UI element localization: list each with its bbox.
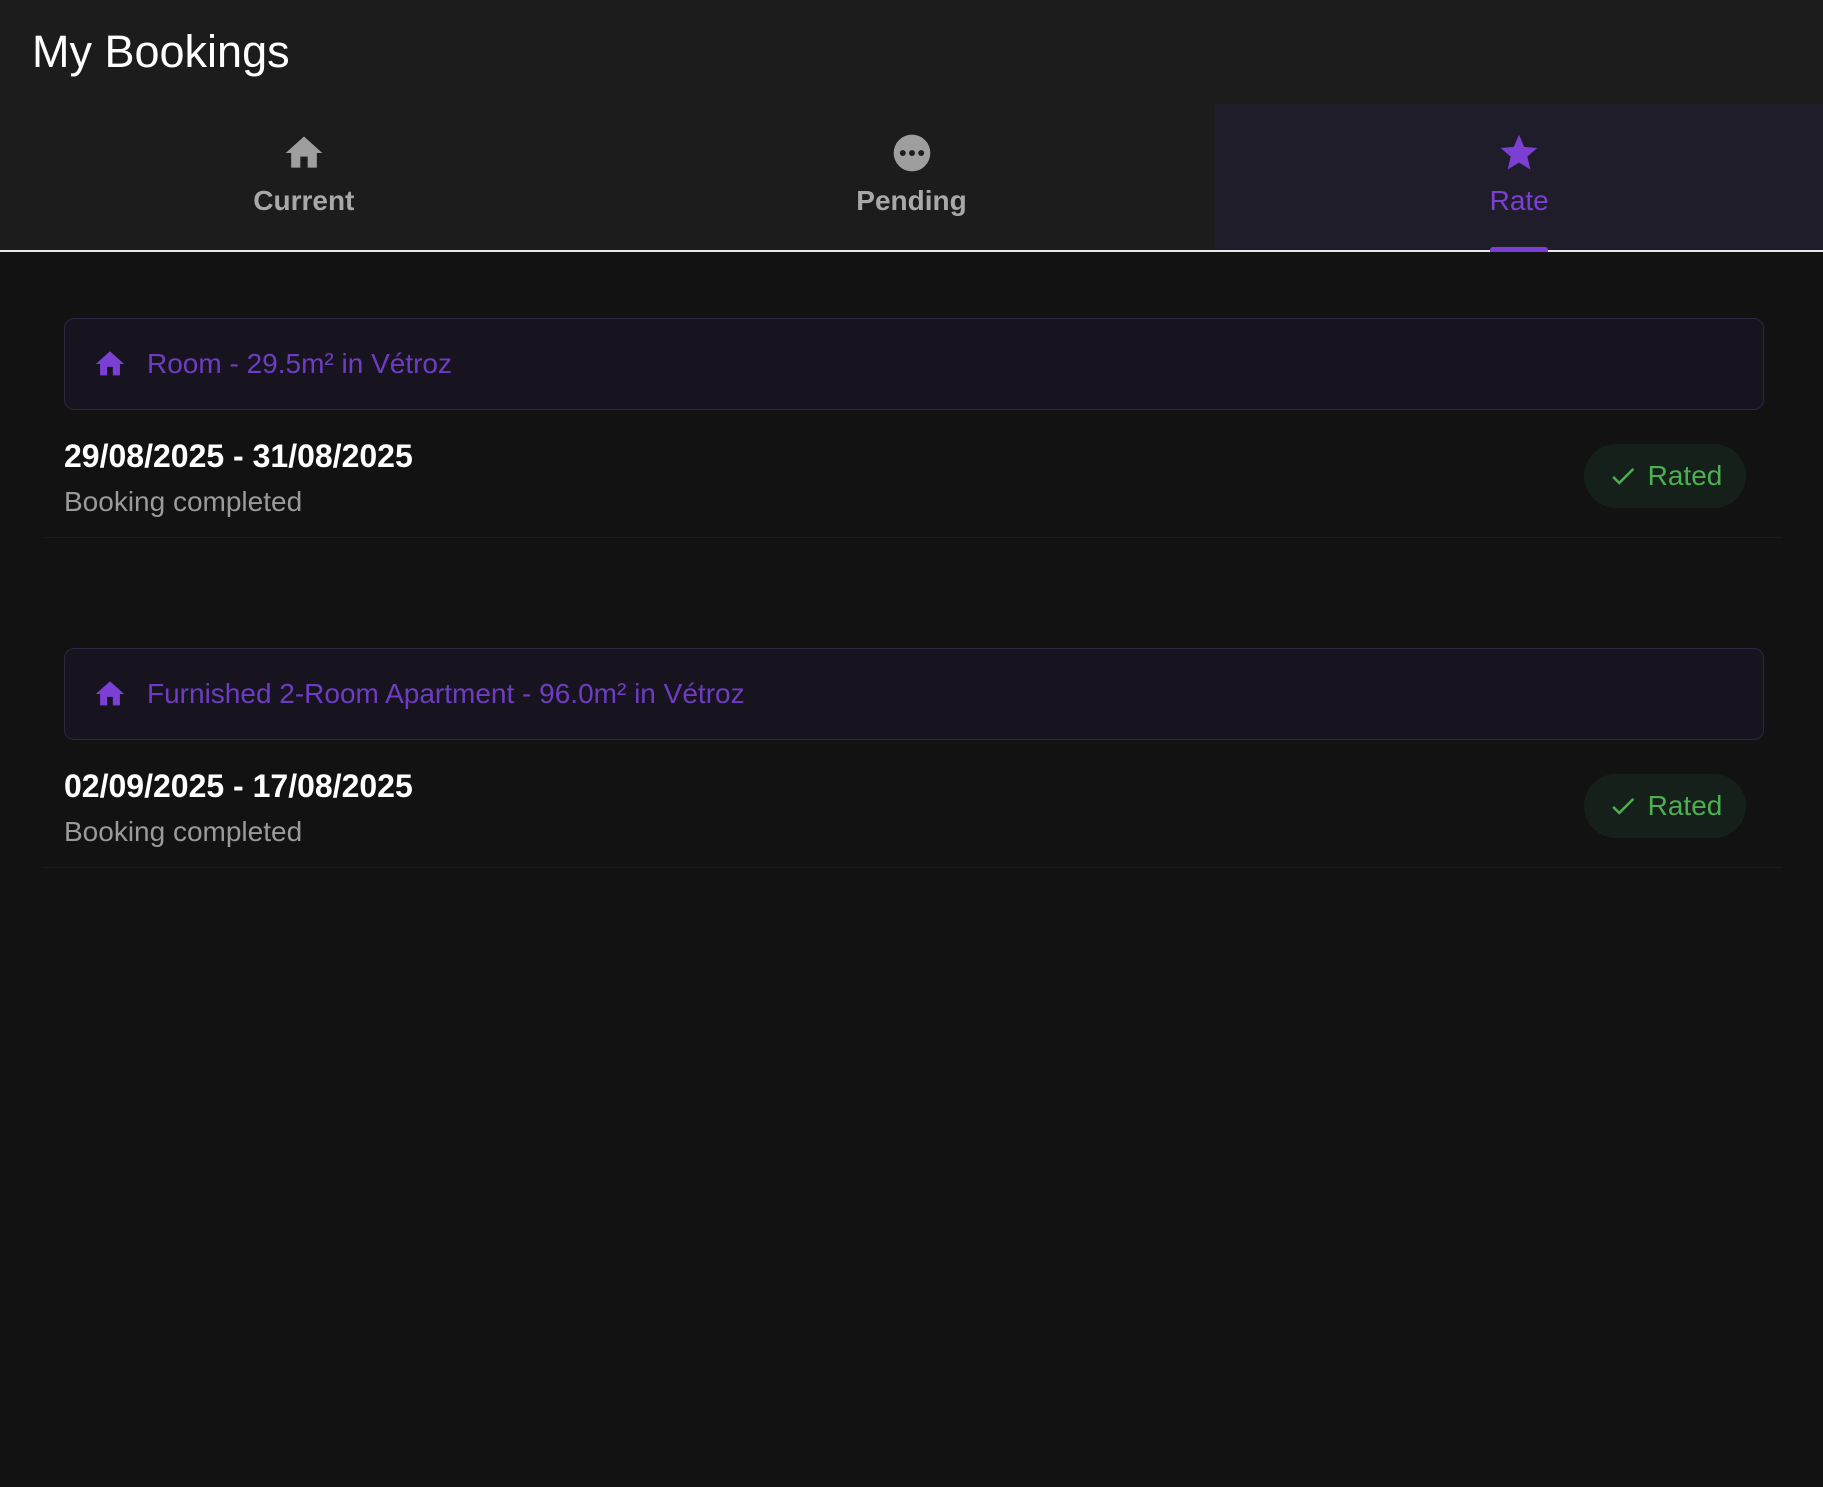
property-title: Room - 29.5m² in Vétroz [147, 348, 452, 379]
active-tab-indicator [1490, 247, 1549, 252]
more-horizontal-icon [893, 134, 930, 172]
booking-card: Furnished 2-Room Apartment - 96.0m² in V… [44, 584, 1782, 868]
tab-rate[interactable]: Rate [1215, 104, 1823, 252]
booking-status: Booking completed [64, 486, 303, 517]
home-icon [285, 136, 323, 168]
property-title: Furnished 2-Room Apartment - 96.0m² in V… [147, 678, 745, 709]
tab-pending-label: Pending [856, 185, 967, 216]
tab-pending[interactable]: Pending [608, 104, 1216, 250]
rated-badge: Rated [1584, 444, 1746, 508]
page-title: My Bookings [32, 26, 290, 77]
check-icon [1611, 467, 1634, 485]
property-link[interactable]: Room - 29.5m² in Vétroz [64, 318, 1764, 410]
tab-current[interactable]: Current [0, 104, 608, 250]
check-icon [1611, 797, 1634, 815]
property-link[interactable]: Furnished 2-Room Apartment - 96.0m² in V… [64, 648, 1764, 740]
booking-card: Room - 29.5m² in Vétroz 29/08/2025 - 31/… [44, 254, 1782, 538]
booking-dates: 02/09/2025 - 17/08/2025 [64, 768, 413, 804]
rated-badge: Rated [1584, 774, 1746, 838]
booking-status: Booking completed [64, 816, 303, 847]
tab-bar: Current Pending Rate [0, 104, 1823, 252]
tab-rate-label: Rate [1489, 185, 1549, 216]
home-icon [95, 681, 125, 706]
home-icon [95, 351, 125, 376]
rated-badge-label: Rated [1647, 790, 1723, 821]
tab-current-label: Current [253, 185, 355, 216]
app-bar: My Bookings [0, 0, 1823, 104]
booking-dates: 29/08/2025 - 31/08/2025 [64, 438, 413, 474]
rated-badge-label: Rated [1647, 460, 1723, 491]
star-icon [1500, 134, 1538, 170]
